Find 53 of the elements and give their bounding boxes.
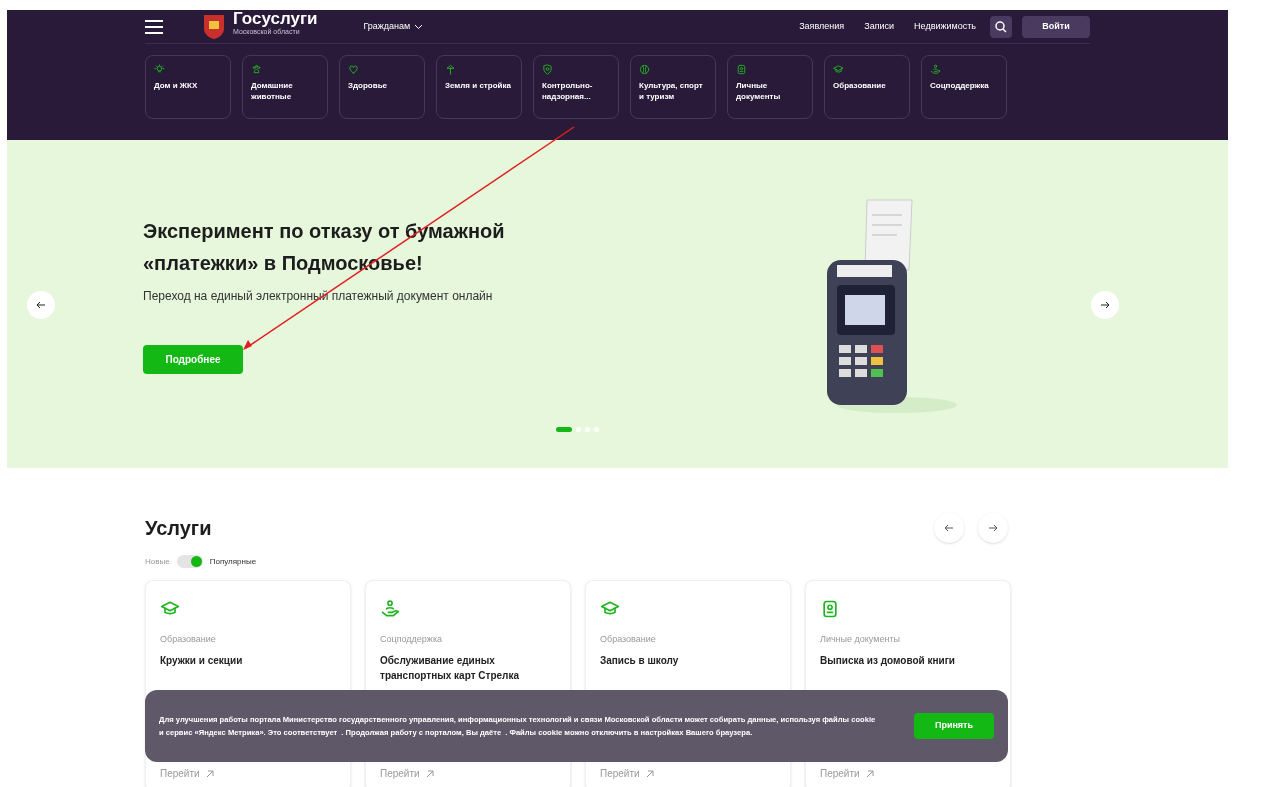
- category-tile[interactable]: Здоровье: [339, 55, 425, 119]
- lightbulb-icon: [154, 64, 165, 75]
- nav-link[interactable]: Заявления: [799, 19, 845, 34]
- arrow-up-right-icon: [645, 769, 654, 778]
- arrow-right-icon: [1100, 301, 1110, 309]
- chevron-down-icon: [414, 23, 424, 30]
- category-tile[interactable]: Земля и стройка: [436, 55, 522, 119]
- coat-of-arms-icon: [203, 14, 225, 39]
- heart-icon: [348, 64, 359, 75]
- arrow-right-icon: [988, 524, 998, 532]
- category-tile[interactable]: Дом и ЖКХ: [145, 55, 231, 119]
- card-title: Обслуживание единых транспортных карт Стрелка: [380, 653, 521, 683]
- previous-button[interactable]: [934, 513, 964, 543]
- card-category: Образование: [160, 633, 217, 646]
- next-button[interactable]: [978, 513, 1008, 543]
- search-icon: [995, 20, 1007, 33]
- category-tile[interactable]: Домашние животные: [242, 55, 328, 119]
- toggle-switch[interactable]: [176, 555, 203, 568]
- card-title: Запись в школу: [600, 653, 680, 668]
- arrow-up-right-icon: [205, 769, 214, 778]
- card-category: Соцподдержка: [380, 633, 443, 646]
- search-button[interactable]: [990, 15, 1012, 38]
- category-tile[interactable]: Образование: [824, 55, 910, 119]
- category-tile[interactable]: Личные документы: [727, 55, 813, 119]
- arrow-left-icon: [944, 524, 954, 532]
- section-title: Услуги: [145, 516, 212, 541]
- previous-slide-button[interactable]: [27, 291, 55, 319]
- card-category: Личные документы: [820, 633, 901, 646]
- logo-title[interactable]: Госуслуги: [233, 10, 318, 27]
- category-tile[interactable]: Контрольно-надзорная...: [533, 55, 619, 119]
- graduation-cap-icon: [833, 64, 844, 75]
- category-tile[interactable]: Соцподдержка: [921, 55, 1007, 119]
- arrow-left-icon: [36, 301, 46, 309]
- shield-icon: [542, 64, 553, 75]
- id-card-icon: [736, 64, 747, 75]
- card-category: Образование: [600, 633, 657, 646]
- arrow-up-right-icon: [425, 769, 434, 778]
- menu-icon[interactable]: [145, 19, 163, 34]
- nav-link[interactable]: Недвижимость: [914, 19, 976, 34]
- card-title: Кружки и секции: [160, 653, 244, 668]
- next-slide-button[interactable]: [1091, 291, 1119, 319]
- toggle-label: Новые: [145, 555, 170, 568]
- category-tile[interactable]: Культура, спорт и туризм: [630, 55, 716, 119]
- card-title: Выписка из домовой книги: [820, 653, 956, 668]
- nav-link[interactable]: Записи: [864, 19, 895, 34]
- audience-dropdown[interactable]: Гражданам: [363, 19, 424, 34]
- hand-person-icon: [380, 599, 400, 619]
- toggle-label: Популярные: [209, 555, 257, 568]
- login-button[interactable]: Войти: [1022, 15, 1090, 38]
- hand-person-icon: [930, 64, 941, 75]
- arrow-up-right-icon: [865, 769, 874, 778]
- id-card-icon: [820, 599, 840, 619]
- ball-icon: [639, 64, 650, 75]
